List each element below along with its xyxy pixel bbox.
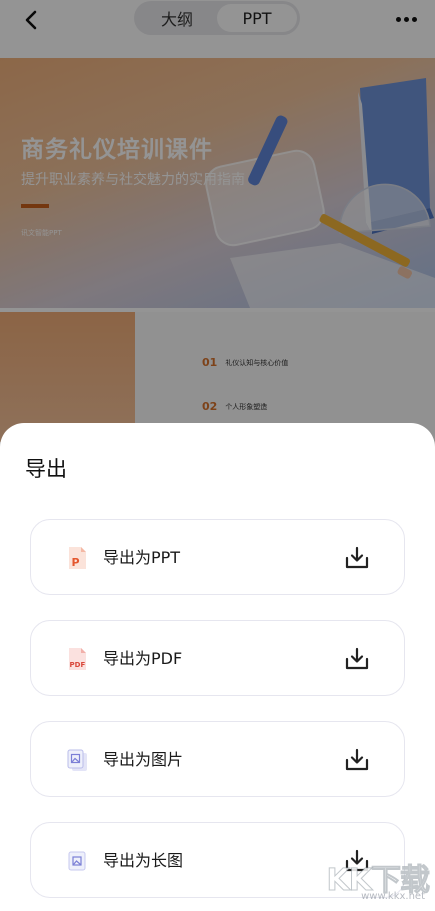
svg-text:P: P: [72, 556, 80, 569]
svg-text:PDF: PDF: [70, 661, 86, 669]
watermark-url: www.kkx.net: [361, 891, 425, 902]
export-image-option[interactable]: 导出为图片: [30, 721, 405, 797]
pdf-file-icon: PDF: [69, 648, 86, 670]
download-icon[interactable]: [343, 746, 371, 774]
export-ppt-label: 导出为PPT: [103, 548, 181, 567]
export-long-image-label: 导出为长图: [103, 851, 184, 870]
export-ppt-option[interactable]: P 导出为PPT: [30, 519, 405, 595]
image-stack-icon: [67, 749, 87, 771]
export-pdf-label: 导出为PDF: [103, 649, 183, 668]
export-pdf-option[interactable]: PDF 导出为PDF: [30, 620, 405, 696]
long-image-icon: [68, 851, 86, 871]
download-icon[interactable]: [343, 645, 371, 673]
sheet-title: 导出: [25, 457, 67, 481]
export-bottom-sheet: 导出 P 导出为PPT PDF 导出为PDF 导出为图片 导出为长图 KK下载 …: [0, 423, 435, 911]
download-icon[interactable]: [343, 544, 371, 572]
ppt-file-icon: P: [69, 547, 86, 569]
export-image-label: 导出为图片: [103, 750, 184, 769]
site-watermark: KK下载 www.kkx.net: [309, 855, 430, 903]
